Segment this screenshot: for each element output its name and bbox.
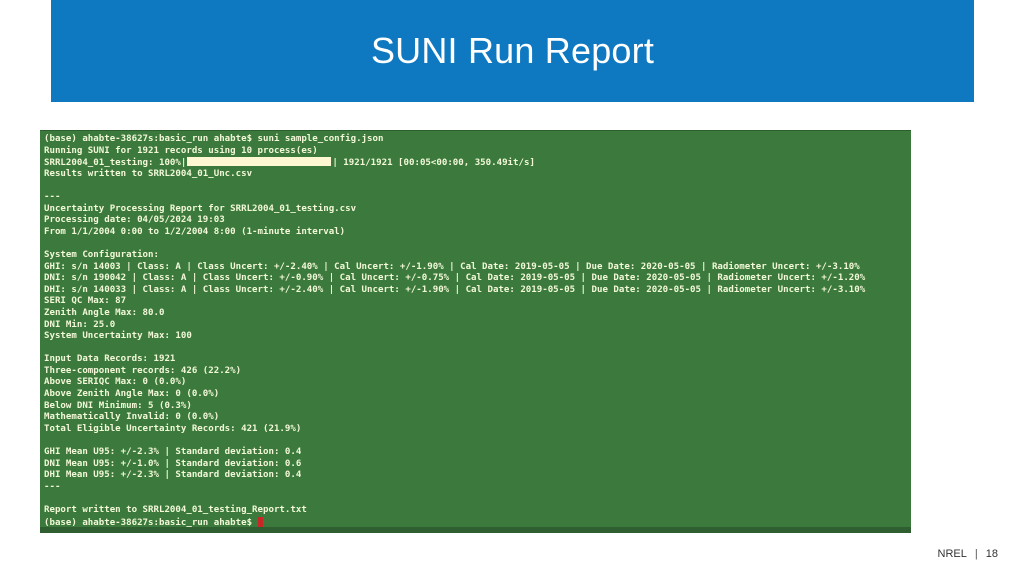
terminal-line-command: (base) ahabte-38627s:basic_run ahabte$ s… bbox=[44, 134, 384, 144]
terminal-line-below-dni: Below DNI Minimum: 5 (0.3%) bbox=[44, 400, 192, 411]
terminal-line-above-zenith: Above Zenith Angle Max: 0 (0.0%) bbox=[44, 389, 220, 400]
terminal-line-dni-config: DNI: s/n 190042 | Class: A | Class Uncer… bbox=[44, 273, 866, 284]
terminal-line-dhi-mean: DHI Mean U95: +/-2.3% | Standard deviati… bbox=[44, 470, 302, 481]
title-banner: SUNI Run Report bbox=[51, 0, 974, 102]
terminal-line-date-range: From 1/1/2004 0:00 to 1/2/2004 8:00 (1-m… bbox=[44, 226, 346, 237]
progress-stats: | 1921/1921 [00:05<00:00, 350.49it/s] bbox=[332, 158, 535, 169]
terminal-line-system-config: System Configuration: bbox=[44, 249, 159, 260]
terminal-cursor bbox=[258, 516, 264, 527]
terminal-line-input-records: Input Data Records: 1921 bbox=[44, 354, 176, 365]
terminal-line-progress: SRRL2004_01_testing: 100%| | 1921/1921 [0… bbox=[44, 157, 907, 169]
terminal-line-running: Running SUNI for 1921 records using 10 p… bbox=[44, 145, 318, 156]
terminal-line-seri-qc: SERI QC Max: 87 bbox=[44, 296, 127, 307]
terminal-line-sys-unc-max: System Uncertainty Max: 100 bbox=[44, 331, 192, 342]
terminal-line-above-seriqc: Above SERIQC Max: 0 (0.0%) bbox=[44, 377, 187, 388]
terminal-output: (base) ahabte-38627s:basic_run ahabte$ s… bbox=[44, 134, 907, 528]
terminal-line-ghi-mean: GHI Mean U95: +/-2.3% | Standard deviati… bbox=[44, 447, 302, 458]
slide-footer: NREL | 18 bbox=[938, 548, 998, 560]
progress-bar bbox=[187, 157, 332, 167]
terminal-line-ghi-config: GHI: s/n 14003 | Class: A | Class Uncert… bbox=[44, 261, 860, 272]
progress-label: SRRL2004_01_testing: 100%| bbox=[44, 158, 187, 169]
footer-separator: | bbox=[974, 548, 978, 560]
terminal-line-three-component: Three-component records: 426 (22.2%) bbox=[44, 365, 242, 376]
terminal-line-math-invalid: Mathematically Invalid: 0 (0.0%) bbox=[44, 412, 220, 423]
terminal-line-results: Results written to SRRL2004_01_Unc.csv bbox=[44, 168, 253, 179]
terminal-line-zenith-max: Zenith Angle Max: 80.0 bbox=[44, 307, 165, 318]
terminal-line-separator: --- bbox=[44, 191, 61, 202]
terminal-line-report-title: Uncertainty Processing Report for SRRL20… bbox=[44, 203, 357, 214]
terminal-line-dhi-config: DHI: s/n 140033 | Class: A | Class Uncer… bbox=[44, 284, 866, 295]
page-number: 18 bbox=[985, 548, 998, 560]
terminal-window[interactable]: (base) ahabte-38627s:basic_run ahabte$ s… bbox=[40, 130, 911, 533]
terminal-line-separator: --- bbox=[44, 481, 61, 492]
terminal-line-processing-date: Processing date: 04/05/2024 19:03 bbox=[44, 215, 225, 226]
footer-org: NREL bbox=[937, 548, 967, 560]
slide-title: SUNI Run Report bbox=[370, 30, 655, 71]
terminal-line-report-written: Report written to SRRL2004_01_testing_Re… bbox=[44, 505, 307, 515]
terminal-line-total-eligible: Total Eligible Uncertainty Records: 421 … bbox=[44, 423, 302, 434]
terminal-line-dni-min: DNI Min: 25.0 bbox=[44, 319, 116, 330]
terminal-bottom-edge bbox=[40, 527, 911, 533]
terminal-line-dni-mean: DNI Mean U95: +/-1.0% | Standard deviati… bbox=[44, 458, 302, 469]
